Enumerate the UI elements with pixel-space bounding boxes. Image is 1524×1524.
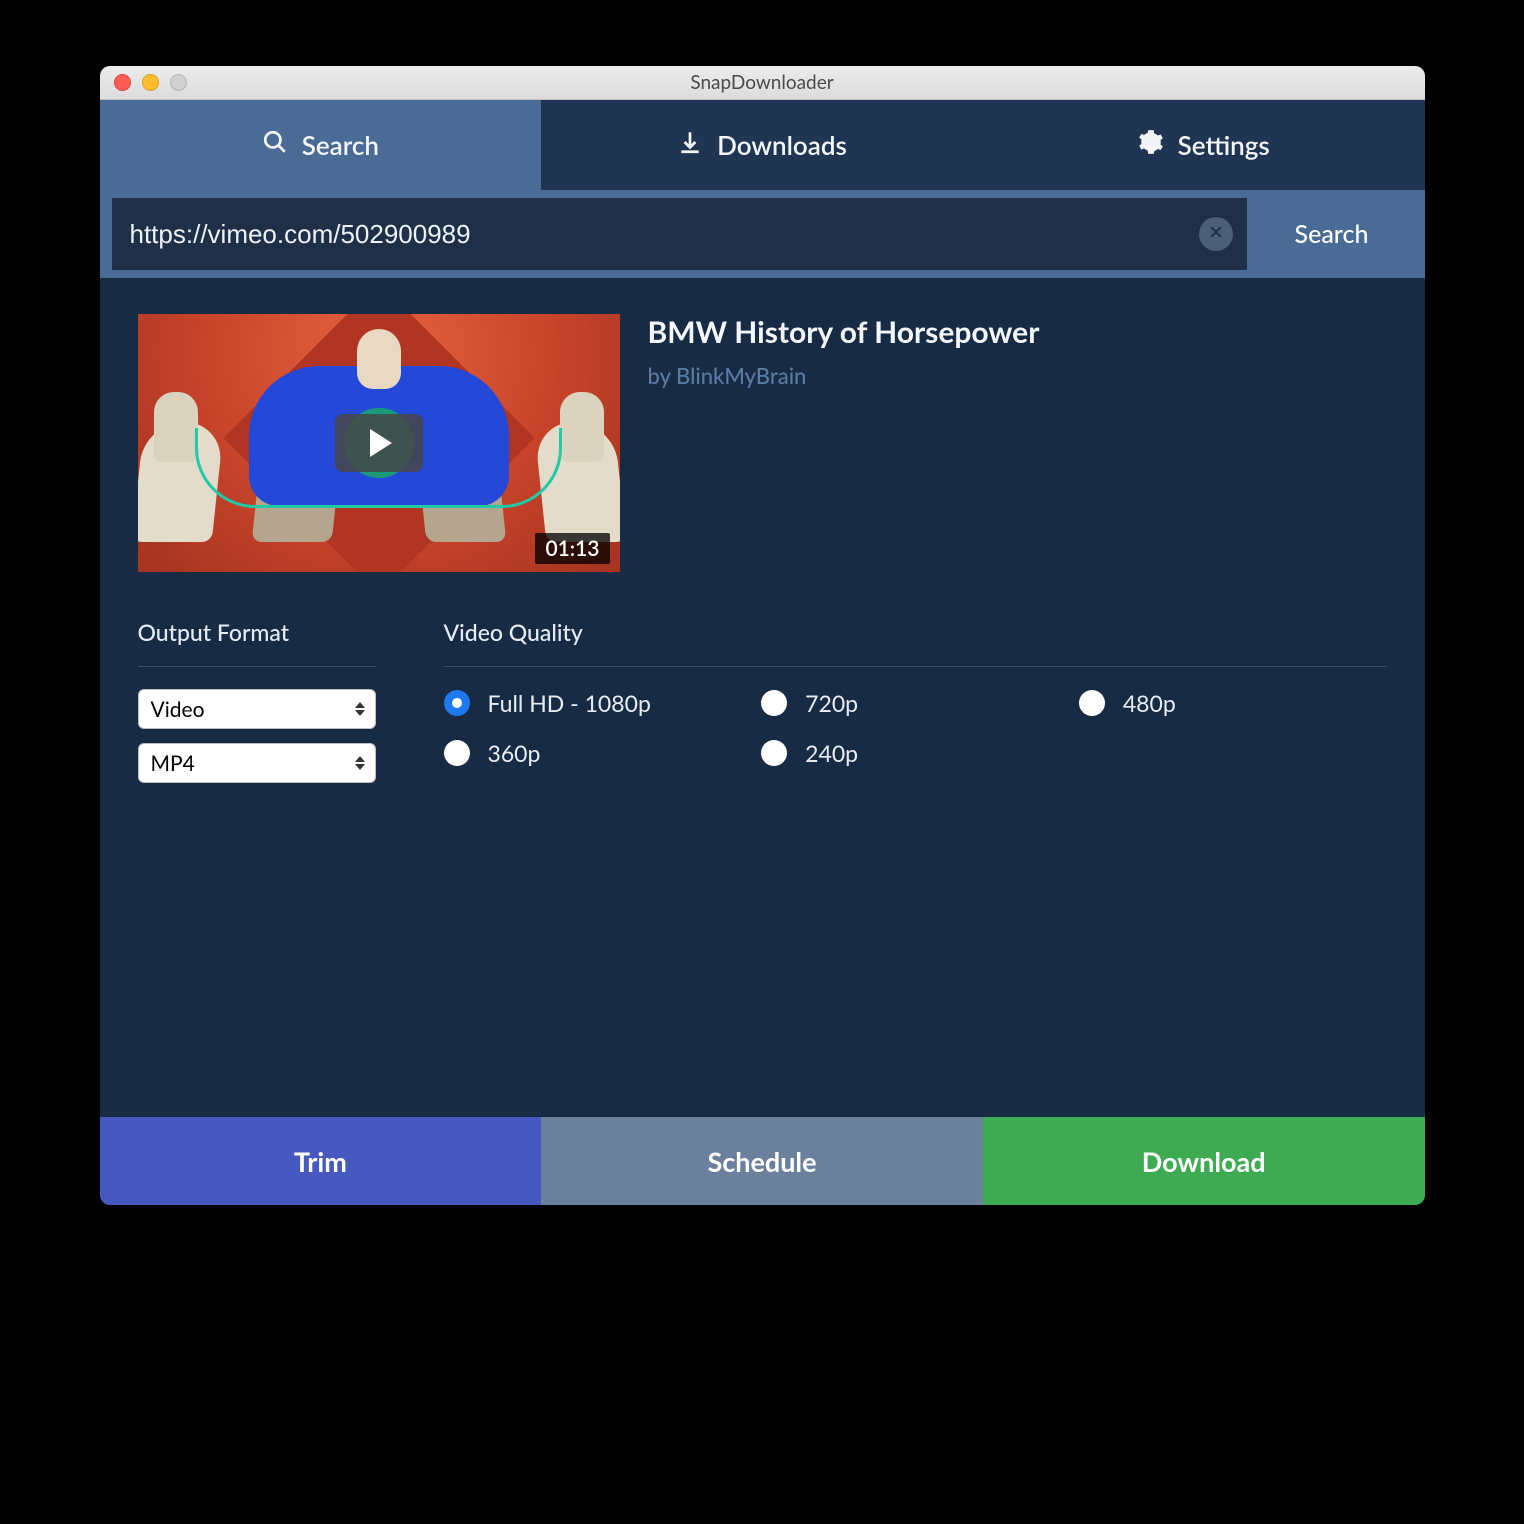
tab-search-label: Search (302, 129, 379, 161)
play-icon (335, 414, 423, 472)
radio-icon (761, 740, 787, 766)
format-type-value: Video (151, 697, 205, 722)
search-bar: Search (100, 190, 1425, 278)
video-info: BMW History of Horsepower by BlinkMyBrai… (648, 314, 1040, 389)
close-icon (1208, 224, 1224, 244)
download-icon (677, 129, 703, 161)
trim-button[interactable]: Trim (100, 1117, 542, 1205)
quality-option-360p[interactable]: 360p (444, 739, 752, 767)
video-thumbnail[interactable]: 01:13 (138, 314, 620, 572)
maximize-window-button[interactable] (170, 74, 187, 91)
format-type-select[interactable]: Video (138, 689, 376, 729)
chevron-updown-icon (355, 702, 365, 716)
app-window: SnapDownloader Search Downloads Settings (100, 66, 1425, 1205)
quality-options: Full HD - 1080p 720p 480p 360p (444, 689, 1387, 767)
video-quality-section: Video Quality Full HD - 1080p 720p 480p (444, 618, 1387, 797)
download-button[interactable]: Download (983, 1117, 1425, 1205)
tab-downloads[interactable]: Downloads (541, 100, 983, 190)
tab-settings-label: Settings (1178, 129, 1270, 161)
video-duration: 01:13 (535, 533, 609, 564)
quality-label: Full HD - 1080p (488, 689, 651, 717)
search-icon (262, 129, 288, 161)
search-button[interactable]: Search (1247, 198, 1417, 270)
quality-label: 360p (488, 739, 541, 767)
quality-option-720p[interactable]: 720p (761, 689, 1069, 717)
radio-icon (1079, 690, 1105, 716)
video-title: BMW History of Horsepower (648, 314, 1040, 350)
quality-option-1080p[interactable]: Full HD - 1080p (444, 689, 752, 717)
minimize-window-button[interactable] (142, 74, 159, 91)
url-field-wrap (112, 198, 1247, 270)
format-container-select[interactable]: MP4 (138, 743, 376, 783)
radio-icon (444, 740, 470, 766)
quality-label: 480p (1123, 689, 1176, 717)
video-quality-heading: Video Quality (444, 618, 1387, 667)
quality-option-480p[interactable]: 480p (1079, 689, 1387, 717)
options-row: Output Format Video MP4 Video Quality Fu… (138, 618, 1387, 797)
chevron-updown-icon (355, 756, 365, 770)
format-container-value: MP4 (151, 751, 195, 776)
radio-icon (444, 690, 470, 716)
video-result: 01:13 BMW History of Horsepower by Blink… (138, 314, 1387, 572)
url-input[interactable] (130, 219, 1199, 250)
video-author[interactable]: by BlinkMyBrain (648, 362, 1040, 389)
window-controls (100, 74, 187, 91)
main-tabs: Search Downloads Settings (100, 100, 1425, 190)
radio-icon (761, 690, 787, 716)
clear-url-button[interactable] (1199, 217, 1233, 251)
window-title: SnapDownloader (100, 71, 1425, 94)
schedule-button[interactable]: Schedule (541, 1117, 983, 1205)
close-window-button[interactable] (114, 74, 131, 91)
titlebar: SnapDownloader (100, 66, 1425, 100)
content-area: 01:13 BMW History of Horsepower by Blink… (100, 278, 1425, 817)
tab-search[interactable]: Search (100, 100, 542, 190)
output-format-section: Output Format Video MP4 (138, 618, 376, 797)
tab-settings[interactable]: Settings (983, 100, 1425, 190)
footer-actions: Trim Schedule Download (100, 1117, 1425, 1205)
gear-icon (1138, 129, 1164, 161)
tab-downloads-label: Downloads (717, 129, 847, 161)
quality-label: 720p (805, 689, 858, 717)
quality-option-240p[interactable]: 240p (761, 739, 1069, 767)
output-format-heading: Output Format (138, 618, 376, 667)
quality-label: 240p (805, 739, 858, 767)
